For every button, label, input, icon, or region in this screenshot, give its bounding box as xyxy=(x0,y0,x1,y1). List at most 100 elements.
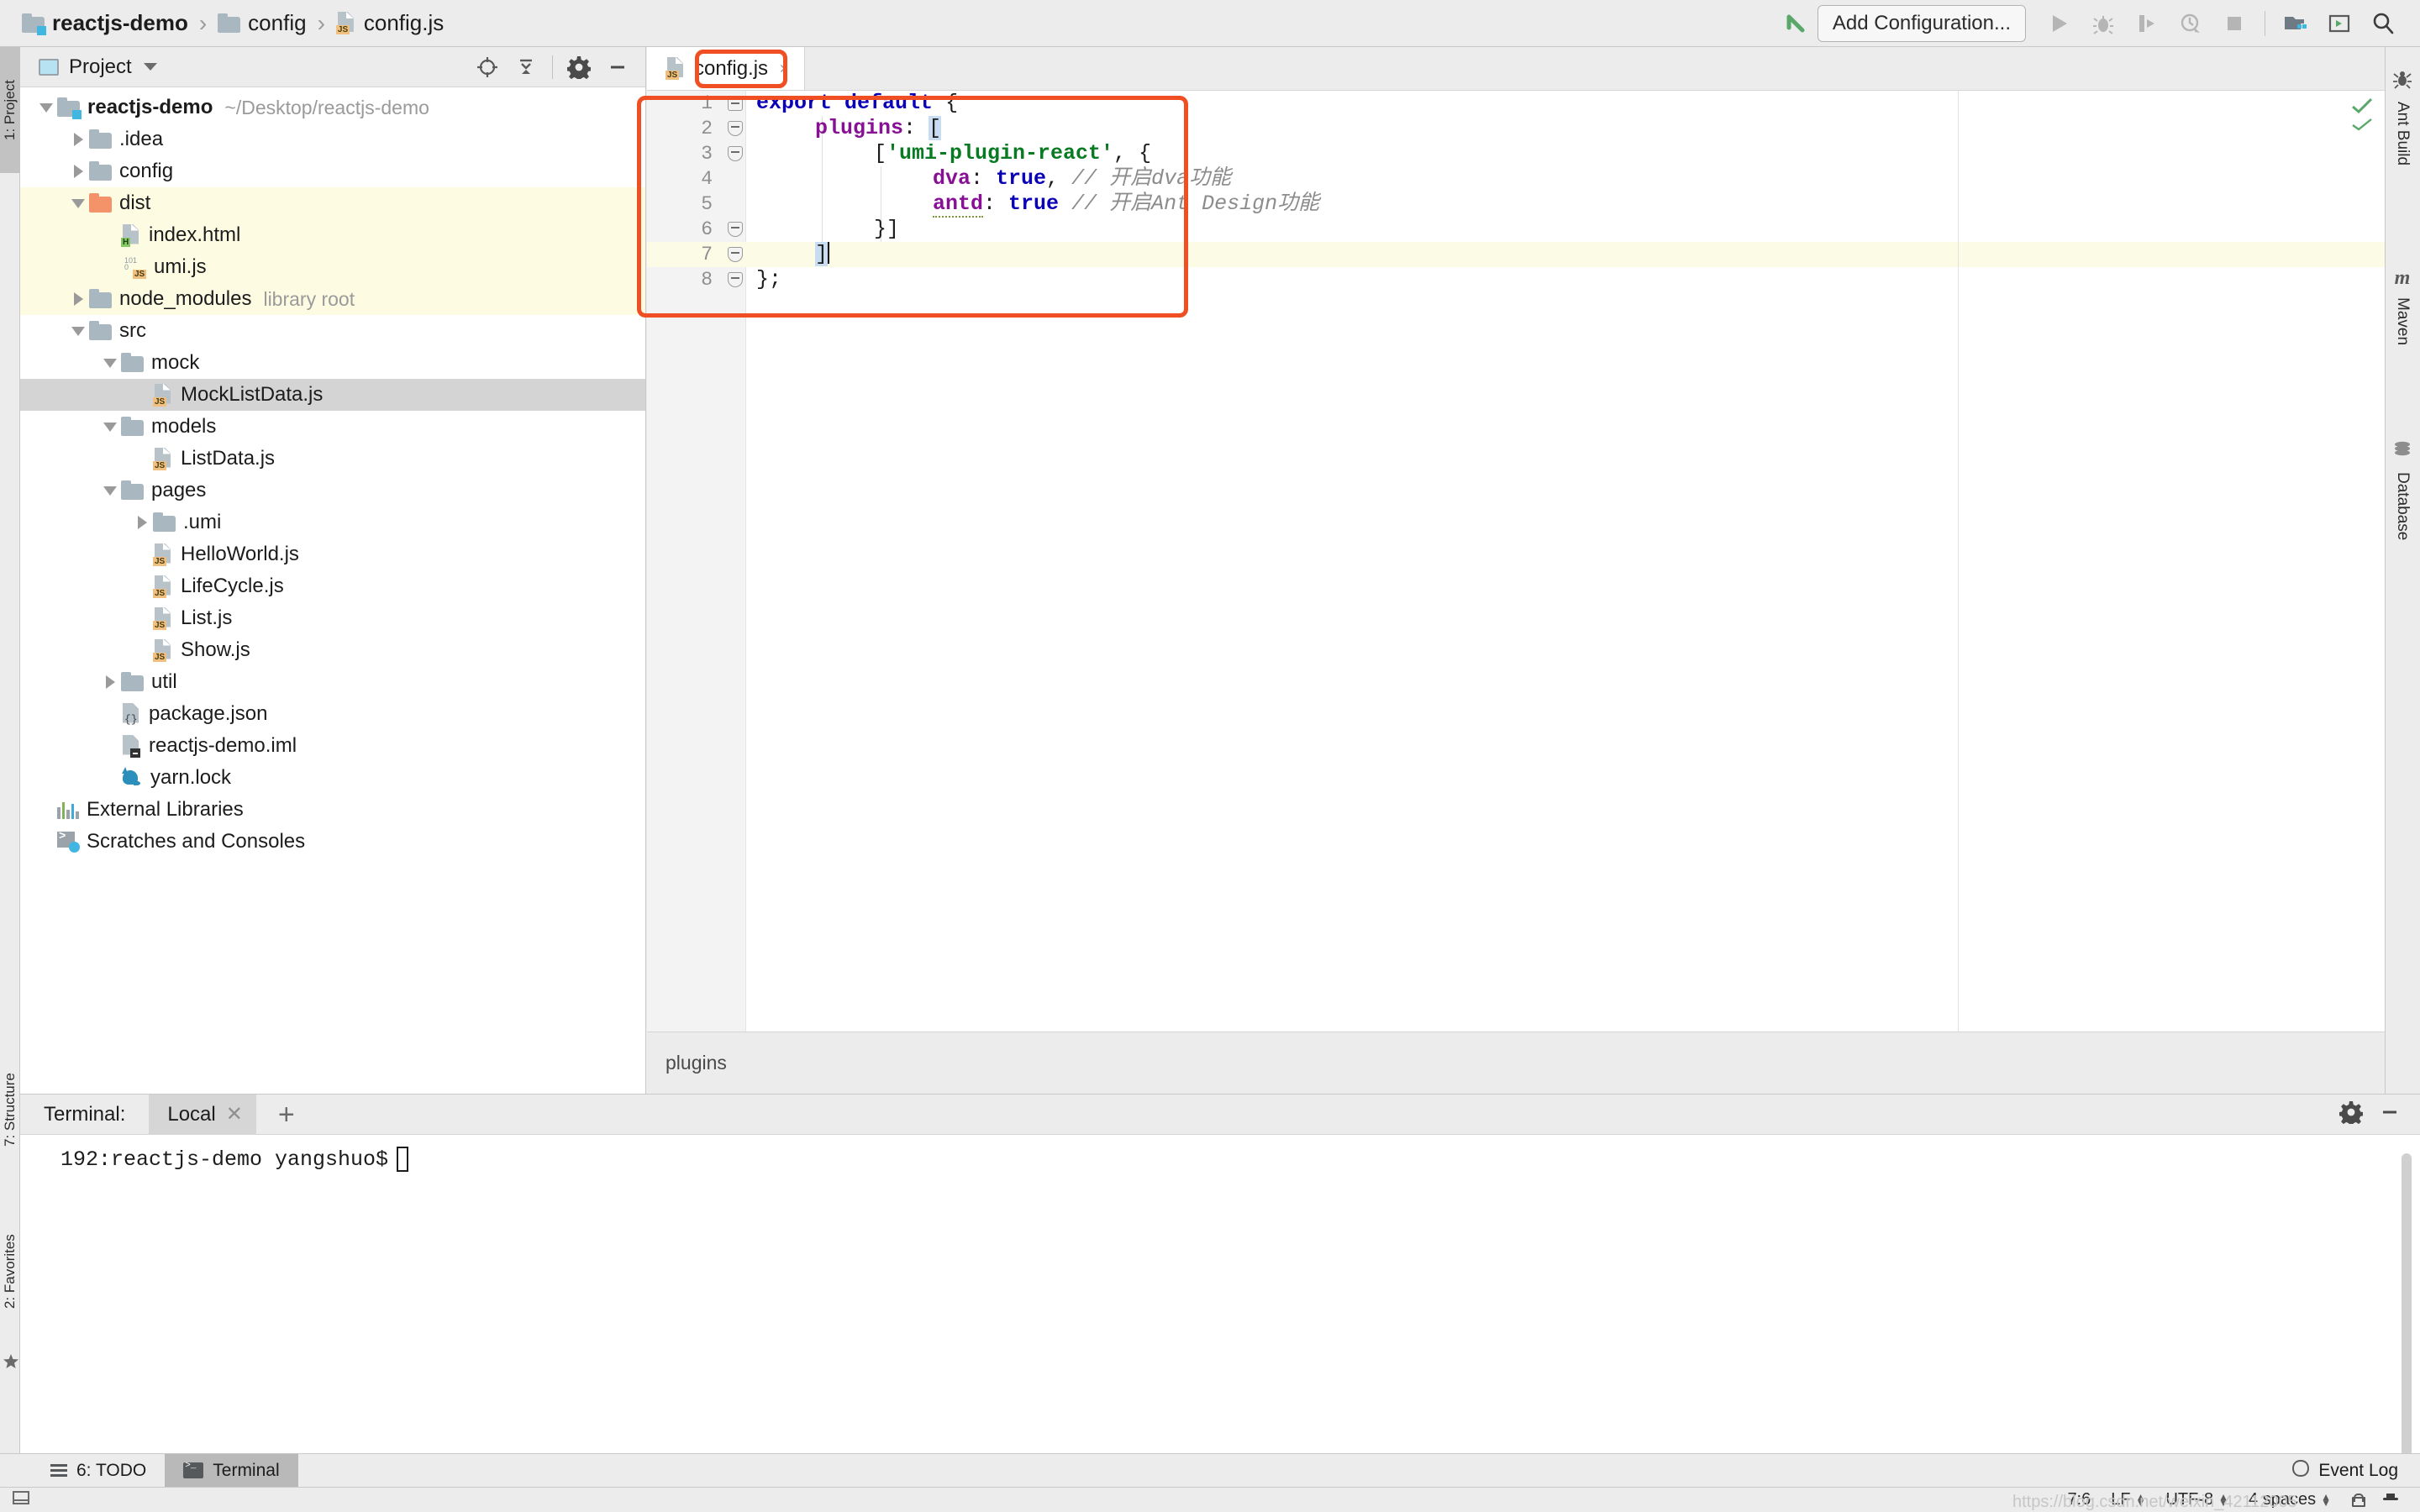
top-toolbar: reactjs-demo › config › JS config.js Add… xyxy=(0,0,2420,47)
tree-item-label: LifeCycle.js xyxy=(181,575,284,597)
keyword-default: default xyxy=(844,91,934,115)
tree-item-label: HelloWorld.js xyxy=(181,543,299,565)
chevron-right-icon[interactable] xyxy=(131,512,153,533)
memory-indicator-icon[interactable] xyxy=(12,1489,30,1510)
project-structure-icon[interactable] xyxy=(2274,5,2317,42)
code-editor[interactable]: 1 export default { 2 plugins: [ 3 ['umi-… xyxy=(637,91,2385,1032)
tree-file-row[interactable]: JS ListData.js xyxy=(20,443,645,475)
chevron-down-icon[interactable] xyxy=(99,480,121,501)
chevron-updown-icon: ▲ ▼ xyxy=(2321,1490,2331,1509)
debug-icon[interactable] xyxy=(2081,5,2125,42)
sidebar-item-structure[interactable]: 7: Structure xyxy=(0,1038,20,1181)
tree-folder-row[interactable]: pages xyxy=(20,475,645,507)
settings-gear-icon[interactable] xyxy=(560,48,598,87)
tree-item-label: Scratches and Consoles xyxy=(87,830,306,853)
breadcrumb-label: config.js xyxy=(363,10,445,35)
hide-icon[interactable] xyxy=(598,48,637,87)
locate-icon[interactable] xyxy=(468,48,507,87)
chevron-right-icon[interactable] xyxy=(67,129,89,150)
bottom-tab-todo[interactable]: 6: TODO xyxy=(32,1454,165,1487)
back-arrow-icon[interactable] xyxy=(1774,5,1818,42)
add-configuration-button[interactable]: Add Configuration... xyxy=(1817,4,2026,42)
terminal-tab-local[interactable]: Local ✕ xyxy=(149,1094,256,1135)
tree-file-row[interactable]: {} package.json xyxy=(20,698,645,730)
add-tab-icon[interactable]: + xyxy=(278,1100,295,1129)
chevron-down-icon[interactable] xyxy=(67,320,89,342)
run-icon[interactable] xyxy=(2038,5,2081,42)
tree-item-label: dist xyxy=(119,192,151,214)
inspections-ok-icon[interactable] xyxy=(2351,97,2373,131)
fold-marker-icon[interactable] xyxy=(728,272,743,287)
terminal-output[interactable]: 192:reactjs-demo yangshuo$ xyxy=(20,1135,2420,1512)
terminal-prompt: 192:reactjs-demo yangshuo$ xyxy=(60,1147,389,1172)
run-with-coverage-icon[interactable] xyxy=(2125,5,2169,42)
fold-marker-icon[interactable] xyxy=(728,247,743,262)
tree-file-row[interactable]: 101 0 JS umi.js xyxy=(20,251,645,283)
chevron-down-icon[interactable] xyxy=(143,63,157,71)
sidebar-item-ant-build[interactable]: Ant Build xyxy=(2385,59,2420,227)
breadcrumb-item-config[interactable]: config xyxy=(218,10,307,36)
code-line: 4 dva: true, // 开启dva功能 xyxy=(647,166,2385,192)
hide-icon[interactable] xyxy=(2378,1100,2402,1128)
tree-folder-row[interactable]: mock xyxy=(20,347,645,379)
sidebar-item-maven[interactable]: m Maven xyxy=(2385,257,2420,400)
code-line-current: 7 ] xyxy=(647,242,2385,267)
tree-folder-row[interactable]: models xyxy=(20,411,645,443)
tree-folder-row[interactable]: node_modules library root xyxy=(20,283,645,315)
tree-file-row[interactable]: External Libraries xyxy=(20,794,645,826)
chevron-right-icon[interactable] xyxy=(67,160,89,182)
chevron-down-icon[interactable] xyxy=(67,192,89,214)
tree-file-row[interactable]: JS MockListData.js xyxy=(20,379,645,411)
tree-file-row[interactable]: Scratches and Consoles xyxy=(20,826,645,858)
lock-icon[interactable] xyxy=(2341,1493,2373,1507)
hector-icon[interactable] xyxy=(2373,1493,2408,1507)
stop-icon[interactable] xyxy=(2212,5,2256,42)
fold-marker-icon[interactable] xyxy=(728,96,743,111)
chevron-right-icon[interactable] xyxy=(67,288,89,310)
fold-marker-icon[interactable] xyxy=(728,146,743,161)
event-log-button[interactable]: Event Log xyxy=(2291,1454,2420,1487)
tree-folder-row[interactable]: .idea xyxy=(20,123,645,155)
tree-folder-row[interactable]: config xyxy=(20,155,645,187)
fold-marker-icon[interactable] xyxy=(728,121,743,136)
tree-file-row[interactable]: reactjs-demo.iml xyxy=(20,730,645,762)
chevron-right-icon[interactable] xyxy=(99,671,121,693)
chevron-down-icon[interactable] xyxy=(99,416,121,438)
folder-icon xyxy=(121,480,144,500)
tree-folder-row[interactable]: util xyxy=(20,666,645,698)
project-tree[interactable]: reactjs-demo ~/Desktop/reactjs-demo .idea c… xyxy=(20,87,645,1094)
tree-folder-row[interactable]: .umi xyxy=(20,507,645,538)
chevron-down-icon[interactable] xyxy=(35,97,57,118)
breadcrumb-label: config xyxy=(248,10,307,35)
property-plugins: plugins xyxy=(815,116,904,140)
terminal-icon[interactable] xyxy=(2317,5,2361,42)
tree-file-row[interactable]: JS List.js xyxy=(20,602,645,634)
tree-file-row[interactable]: JS HelloWorld.js xyxy=(20,538,645,570)
project-panel-actions xyxy=(468,48,637,87)
terminal-prompt-line: 192:reactjs-demo yangshuo$ xyxy=(60,1147,2420,1172)
sidebar-item-favorites[interactable]: 2: Favorites xyxy=(0,1198,20,1345)
tree-folder-row[interactable]: reactjs-demo ~/Desktop/reactjs-demo xyxy=(20,92,645,123)
search-everywhere-icon[interactable] xyxy=(2361,5,2405,42)
breadcrumb-plugins[interactable]: plugins xyxy=(666,1052,727,1074)
collapse-all-icon[interactable] xyxy=(507,48,545,87)
chevron-down-icon[interactable] xyxy=(99,352,121,374)
bottom-tab-terminal[interactable]: Terminal xyxy=(165,1454,298,1487)
tree-file-row[interactable]: Hindex.html xyxy=(20,219,645,251)
tree-folder-row[interactable]: dist xyxy=(20,187,645,219)
sidebar-item-database[interactable]: Database xyxy=(2385,429,2420,597)
settings-gear-icon[interactable] xyxy=(2338,1100,2365,1128)
terminal-tab-label: Local xyxy=(167,1102,216,1126)
tree-file-row[interactable]: JS LifeCycle.js xyxy=(20,570,645,602)
breadcrumb-item-project[interactable]: reactjs-demo xyxy=(22,10,188,36)
profile-icon[interactable] xyxy=(2169,5,2212,42)
fold-marker-icon[interactable] xyxy=(728,222,743,237)
tree-file-row[interactable]: yarn.lock xyxy=(20,762,645,794)
breadcrumb-item-file[interactable]: JS config.js xyxy=(335,10,445,36)
tree-file-row[interactable]: JS Show.js xyxy=(20,634,645,666)
sidebar-item-project[interactable]: 1: Project xyxy=(0,47,20,173)
watermark-text: https://blog.csdn.net/weixin_42112005 xyxy=(2012,1493,2297,1511)
tab-config-js[interactable]: JS config.js › xyxy=(647,47,805,90)
close-icon[interactable]: ✕ xyxy=(226,1102,243,1126)
tree-folder-row[interactable]: src xyxy=(20,315,645,347)
